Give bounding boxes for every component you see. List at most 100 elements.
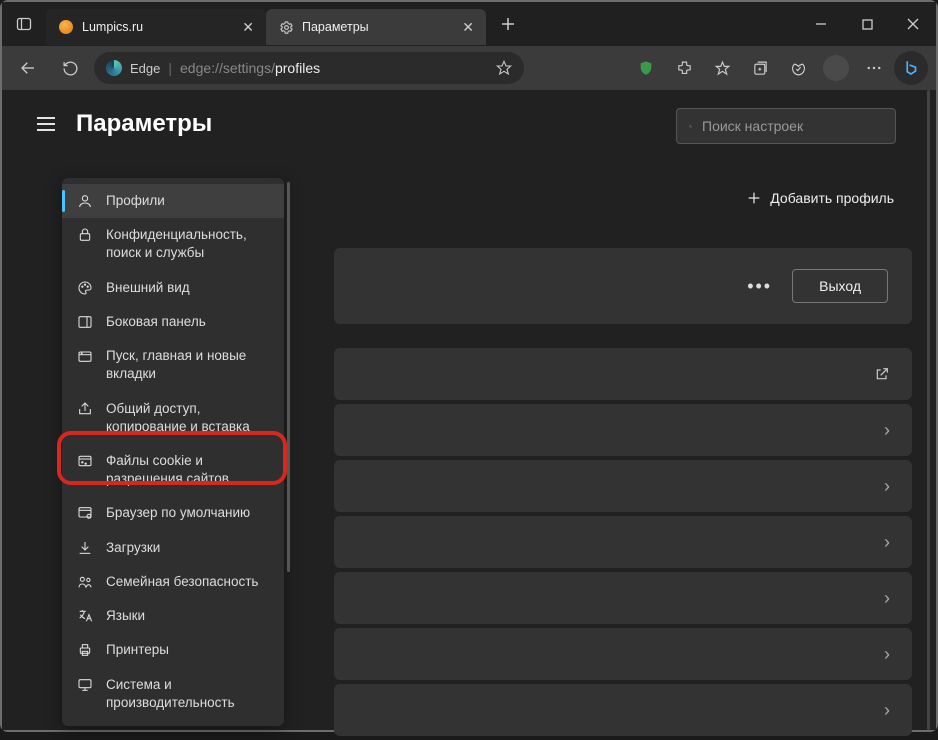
minimize-button[interactable] bbox=[798, 2, 844, 46]
profile-card: ••• Выход bbox=[334, 248, 912, 324]
language-icon bbox=[76, 608, 94, 624]
share-icon bbox=[76, 401, 94, 417]
shield-icon[interactable] bbox=[628, 50, 664, 86]
settings-row[interactable]: › bbox=[334, 572, 912, 624]
settings-page: Параметры Профили Конфиденциальность, по… bbox=[2, 90, 936, 730]
toolbar: Edge | edge://settings/profiles bbox=[2, 46, 936, 90]
page-scrollbar[interactable] bbox=[927, 90, 930, 730]
title-bar: Lumpics.ru ✕ Параметры ✕ bbox=[2, 2, 936, 46]
sidebar-item-printers[interactable]: Принтеры bbox=[62, 633, 284, 667]
close-icon[interactable]: ✕ bbox=[462, 19, 474, 36]
family-icon bbox=[76, 574, 94, 590]
new-tab-button[interactable] bbox=[490, 17, 526, 31]
settings-row[interactable] bbox=[334, 348, 912, 400]
sidebar-item-family[interactable]: Семейная безопасность bbox=[62, 565, 284, 599]
tab-lumpics[interactable]: Lumpics.ru ✕ bbox=[46, 9, 266, 45]
download-icon bbox=[76, 540, 94, 556]
sidebar-item-label: Файлы cookie и разрешения сайтов bbox=[106, 452, 270, 488]
page-title: Параметры bbox=[76, 110, 212, 138]
external-icon bbox=[874, 366, 890, 382]
tab-title: Параметры bbox=[302, 20, 454, 34]
sidebar-item-profiles[interactable]: Профили bbox=[62, 184, 284, 218]
settings-search[interactable] bbox=[676, 108, 896, 144]
refresh-button[interactable] bbox=[52, 50, 88, 86]
sidebar-item-default-browser[interactable]: Браузер по умолчанию bbox=[62, 496, 284, 530]
chevron-right-icon: › bbox=[884, 420, 890, 441]
hamburger-icon[interactable] bbox=[36, 116, 56, 132]
sidebar-item-label: Загрузки bbox=[106, 539, 160, 557]
extensions-icon[interactable] bbox=[666, 50, 702, 86]
tab-actions-icon[interactable] bbox=[2, 16, 46, 32]
plus-icon bbox=[746, 190, 762, 206]
sidebar-item-cookies[interactable]: Файлы cookie и разрешения сайтов bbox=[62, 444, 284, 496]
address-bar[interactable]: Edge | edge://settings/profiles bbox=[94, 52, 524, 84]
window-controls bbox=[798, 2, 936, 46]
close-icon[interactable]: ✕ bbox=[242, 19, 254, 36]
search-icon bbox=[689, 119, 692, 134]
chevron-right-icon: › bbox=[884, 588, 890, 609]
settings-header: Параметры bbox=[36, 110, 212, 138]
add-profile-label: Добавить профиль bbox=[770, 190, 894, 206]
favicon-lumpics bbox=[58, 19, 74, 35]
cookie-icon bbox=[76, 453, 94, 469]
addr-product: Edge bbox=[130, 61, 160, 76]
add-profile-button[interactable]: Добавить профиль bbox=[746, 190, 894, 206]
sidebar-item-label: Внешний вид bbox=[106, 279, 190, 297]
addr-divider: | bbox=[168, 60, 172, 76]
performance-icon[interactable] bbox=[780, 50, 816, 86]
edge-logo-icon bbox=[106, 60, 122, 76]
more-icon[interactable]: ••• bbox=[747, 276, 772, 297]
collections-icon[interactable] bbox=[742, 50, 778, 86]
sidebar-scrollbar[interactable] bbox=[287, 182, 290, 572]
sidebar-item-label: Пуск, главная и новые вкладки bbox=[106, 347, 270, 383]
profile-icon bbox=[76, 193, 94, 209]
panel-icon bbox=[76, 314, 94, 330]
sidebar-item-share[interactable]: Общий доступ, копирование и вставка bbox=[62, 392, 284, 444]
search-input[interactable] bbox=[702, 118, 883, 134]
sign-out-button[interactable]: Выход bbox=[792, 269, 888, 303]
sidebar-item-label: Боковая панель bbox=[106, 313, 206, 331]
settings-row[interactable]: › bbox=[334, 516, 912, 568]
addr-url: edge://settings/profiles bbox=[180, 60, 320, 76]
tabs-icon bbox=[76, 348, 94, 364]
settings-row[interactable]: › bbox=[334, 404, 912, 456]
sidebar-item-downloads[interactable]: Загрузки bbox=[62, 531, 284, 565]
sidebar-item-label: Принтеры bbox=[106, 641, 169, 659]
close-window-button[interactable] bbox=[890, 2, 936, 46]
chevron-right-icon: › bbox=[884, 532, 890, 553]
sidebar-item-privacy[interactable]: Конфиденциальность, поиск и службы bbox=[62, 218, 284, 270]
sidebar-item-label: Конфиденциальность, поиск и службы bbox=[106, 226, 270, 262]
system-icon bbox=[76, 677, 94, 693]
profile-options: › › › › › › bbox=[334, 348, 912, 740]
sidebar-item-sidebar[interactable]: Боковая панель bbox=[62, 305, 284, 339]
settings-row[interactable]: › bbox=[334, 628, 912, 680]
sidebar-item-appearance[interactable]: Внешний вид bbox=[62, 271, 284, 305]
favorites-icon[interactable] bbox=[704, 50, 740, 86]
lock-icon bbox=[76, 227, 94, 243]
chevron-right-icon: › bbox=[884, 700, 890, 721]
settings-sidebar: Профили Конфиденциальность, поиск и служ… bbox=[62, 178, 284, 726]
tab-title: Lumpics.ru bbox=[82, 20, 234, 34]
bing-icon[interactable] bbox=[894, 51, 928, 85]
settings-row[interactable]: › bbox=[334, 460, 912, 512]
sidebar-item-system[interactable]: Система и производительность bbox=[62, 668, 284, 720]
sidebar-item-languages[interactable]: Языки bbox=[62, 599, 284, 633]
palette-icon bbox=[76, 280, 94, 296]
back-button[interactable] bbox=[10, 50, 46, 86]
favorite-icon[interactable] bbox=[496, 60, 512, 76]
sidebar-item-label: Профили bbox=[106, 192, 165, 210]
sidebar-item-start[interactable]: Пуск, главная и новые вкладки bbox=[62, 339, 284, 391]
chevron-right-icon: › bbox=[884, 476, 890, 497]
chevron-right-icon: › bbox=[884, 644, 890, 665]
maximize-button[interactable] bbox=[844, 2, 890, 46]
profile-avatar[interactable] bbox=[818, 50, 854, 86]
settings-row[interactable]: › bbox=[334, 684, 912, 736]
sidebar-item-label: Языки bbox=[106, 607, 145, 625]
more-icon[interactable] bbox=[856, 50, 892, 86]
browser-icon bbox=[76, 505, 94, 521]
tab-settings[interactable]: Параметры ✕ bbox=[266, 9, 486, 45]
printer-icon bbox=[76, 642, 94, 658]
gear-icon bbox=[278, 19, 294, 35]
sidebar-item-label: Система и производительность bbox=[106, 676, 270, 712]
sidebar-item-label: Браузер по умолчанию bbox=[106, 504, 250, 522]
